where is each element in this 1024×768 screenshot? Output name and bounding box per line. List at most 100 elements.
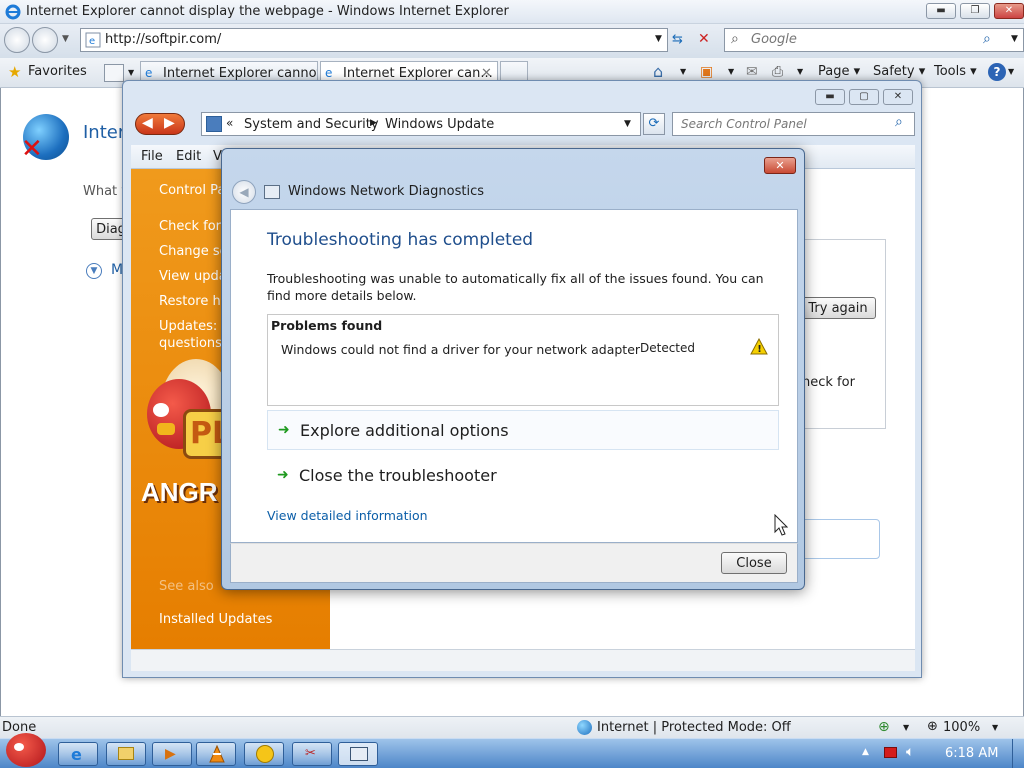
cp-back-forward[interactable]: ◀ ▶ (135, 113, 185, 135)
print-dropdown-icon[interactable]: ▼ (797, 67, 803, 76)
cp-search-box[interactable]: Search Control Panel ⌕ (672, 112, 915, 136)
stop-icon[interactable]: ✕ (698, 31, 710, 47)
zoom-icon[interactable]: ⊕ (927, 719, 938, 734)
try-again-button[interactable]: Try again (800, 297, 876, 319)
print-icon[interactable]: ⎙ (772, 64, 783, 80)
cp-close-button[interactable]: ✕ (883, 89, 913, 105)
feeds-dropdown-icon[interactable]: ▼ (728, 67, 734, 76)
svg-text:e: e (89, 36, 95, 47)
problem-text[interactable]: Windows could not find a driver for your… (281, 342, 640, 357)
taskbar-diagnostics-button[interactable] (338, 742, 378, 766)
breadcrumb-system-security[interactable]: System and Security (244, 117, 379, 132)
tab-list-icon[interactable]: ▼ (128, 68, 134, 77)
link-installed-updates[interactable]: Installed Updates (159, 612, 272, 627)
safety-menu[interactable]: Safety ▾ (873, 64, 925, 79)
recent-pages-icon[interactable]: ▼ (62, 34, 69, 44)
taskbar-vlc-button[interactable] (196, 742, 236, 766)
warning-icon: ! (750, 337, 768, 358)
dialog-body: Troubleshooting has completed Troublesho… (230, 209, 798, 543)
volume-icon[interactable]: 🔈︎ (906, 744, 914, 760)
taskbar-ie-button[interactable]: e (58, 742, 98, 766)
link-change-settings[interactable]: Change se (159, 244, 228, 259)
menu-file[interactable]: File (141, 149, 163, 164)
zoom-dropdown-icon[interactable]: ▼ (992, 723, 998, 732)
feeds-icon[interactable]: ▣ (700, 64, 713, 80)
zoom-level[interactable]: 100% (943, 720, 980, 735)
cp-back-icon[interactable]: ◀ (142, 115, 153, 131)
quick-tabs-icon[interactable] (104, 64, 124, 82)
link-restore-hidden[interactable]: Restore hi (159, 294, 224, 309)
address-bar[interactable]: e http://softpir.com/ ▼ (80, 28, 668, 52)
start-button[interactable] (6, 733, 46, 767)
home-icon[interactable]: ⌂ (653, 62, 663, 81)
cp-forward-icon[interactable]: ▶ (164, 115, 175, 131)
search-box[interactable]: ⌕ Google ⌕ ▼ (724, 28, 1024, 52)
cp-refresh-icon[interactable]: ⟳ (643, 113, 665, 135)
try-again-label: Try again (808, 301, 868, 316)
close-troubleshooter-link[interactable]: ➜ Close the troubleshooter (267, 456, 779, 496)
show-hidden-icons[interactable]: ▲ (862, 747, 869, 757)
close-troubleshooter-label: Close the troubleshooter (299, 466, 497, 485)
taskbar-messenger-button[interactable] (244, 742, 284, 766)
close-button[interactable]: Close (721, 552, 787, 574)
taskbar-vlc-icon (209, 744, 225, 766)
taskbar-app-button[interactable]: ✂ (292, 742, 332, 766)
explore-options-link[interactable]: ➜ Explore additional options (267, 410, 779, 450)
page-menu[interactable]: Page ▾ (818, 64, 860, 79)
dialog-close-x-button[interactable]: ✕ (764, 157, 796, 174)
view-detailed-info-link[interactable]: View detailed information (267, 508, 428, 523)
cp-minimize-button[interactable]: ▬ (815, 89, 845, 105)
menu-edit[interactable]: Edit (176, 149, 201, 164)
minimize-button[interactable]: ▬ (926, 3, 956, 19)
address-toolbar: ▼ e http://softpir.com/ ▼ ⇆ ✕ ⌕ Google ⌕… (0, 24, 1024, 58)
address-dropdown-icon[interactable]: ▼ (655, 34, 662, 44)
close-button-label: Close (736, 556, 772, 571)
cp-search-icon[interactable]: ⌕ (895, 114, 903, 130)
search-placeholder[interactable]: Google (751, 32, 797, 47)
close-window-button[interactable]: ✕ (994, 3, 1024, 19)
favorites-star-icon[interactable]: ★ (8, 63, 21, 81)
window-title: Internet Explorer cannot display the web… (26, 4, 509, 19)
link-updates-faq[interactable]: Updates: f (159, 319, 226, 334)
help-dropdown-icon[interactable]: ▼ (1008, 67, 1014, 76)
taskbar-media-button[interactable]: ▶ (152, 742, 192, 766)
zone-dropdown-icon[interactable]: ▼ (903, 723, 909, 732)
cp-maximize-button[interactable]: ▢ (849, 89, 879, 105)
security-zone-text[interactable]: Internet | Protected Mode: Off (597, 720, 791, 735)
breadcrumb-dropdown-icon[interactable]: ▼ (624, 119, 631, 129)
cp-search-placeholder[interactable]: Search Control Panel (681, 117, 807, 131)
link-updates-faq-2[interactable]: questions (159, 336, 222, 351)
network-error-icon[interactable] (884, 747, 897, 758)
read-mail-icon[interactable]: ✉ (746, 64, 758, 80)
close-tab-icon[interactable]: ✕ (481, 66, 492, 81)
search-icon[interactable]: ⌕ (983, 31, 991, 47)
protected-mode-icon[interactable]: ⊕ (878, 719, 890, 735)
cp-breadcrumb-bar[interactable]: « System and Security ▶ Windows Update ▼ (201, 112, 641, 136)
page-icon: e (85, 32, 101, 48)
address-text[interactable]: http://softpir.com/ (105, 32, 221, 47)
breadcrumb-chevron-icon[interactable]: « (226, 116, 233, 130)
home-dropdown-icon[interactable]: ▼ (680, 67, 686, 76)
link-control-panel-home[interactable]: Control Pa (159, 183, 225, 198)
search-dropdown-icon[interactable]: ▼ (1011, 34, 1018, 44)
start-bird-eye (14, 743, 24, 751)
link-check-updates[interactable]: Check for (159, 219, 221, 234)
show-desktop-button[interactable] (1012, 739, 1024, 768)
breadcrumb-separator-icon: ▶ (370, 118, 377, 128)
mouse-cursor-icon (774, 513, 789, 539)
back-button[interactable] (4, 27, 30, 53)
tools-menu[interactable]: Tools ▾ (934, 64, 977, 79)
link-view-history[interactable]: View upda (159, 269, 227, 284)
clock[interactable]: 6:18 AM (945, 746, 998, 761)
dialog-back-button[interactable]: ◀ (232, 180, 256, 204)
breadcrumb-windows-update[interactable]: Windows Update (385, 117, 494, 132)
refresh-icon[interactable]: ⇆ (672, 32, 683, 47)
ie-logo-icon (5, 4, 21, 20)
forward-button[interactable] (32, 27, 58, 53)
restore-button[interactable]: ❐ (960, 3, 990, 19)
taskbar-explorer-button[interactable] (106, 742, 146, 766)
problems-panel: Problems found Windows could not find a … (267, 314, 779, 406)
expand-more-icon[interactable]: ▼ (86, 263, 102, 279)
favorites-button[interactable]: Favorites (28, 64, 87, 79)
help-icon[interactable]: ? (988, 63, 1006, 81)
